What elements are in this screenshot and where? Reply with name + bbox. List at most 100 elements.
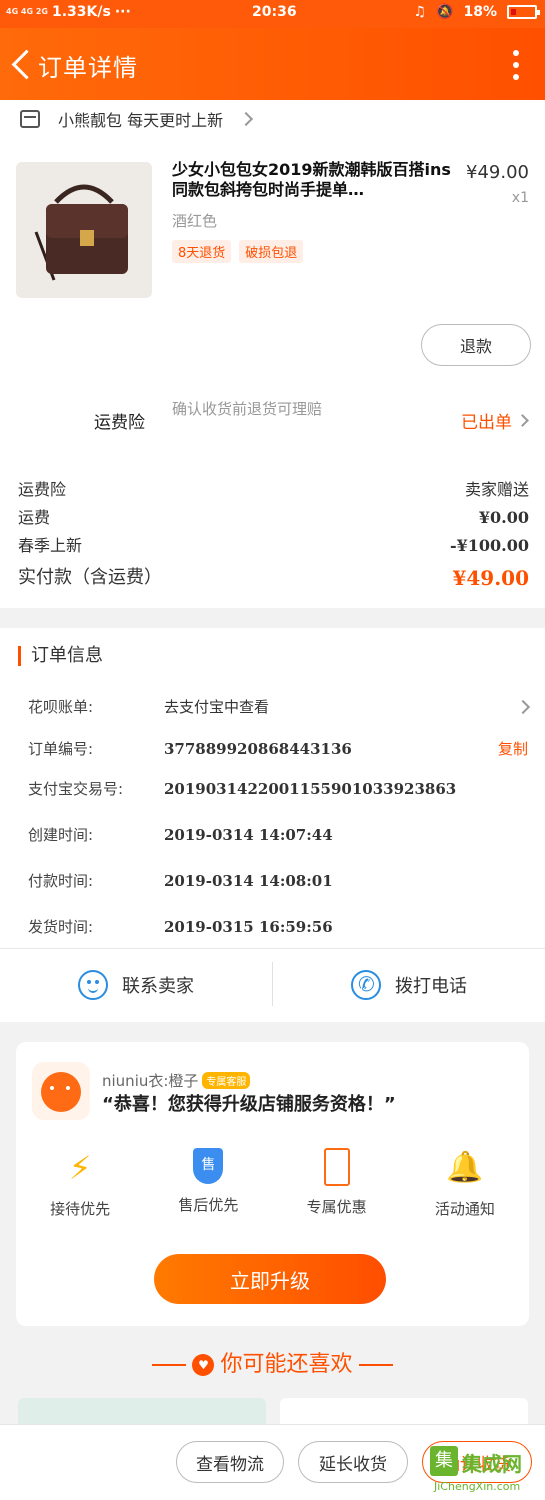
- product-price: ¥49.00: [466, 162, 529, 183]
- order-number-row: 订单编号: 377889920868443136 复制: [28, 738, 528, 759]
- status-dots: ···: [114, 4, 131, 20]
- divider: [358, 1364, 393, 1366]
- extend-receipt-button[interactable]: 延长收货: [298, 1441, 408, 1483]
- battery-icon: [507, 5, 540, 19]
- product-sku: 酒红色: [172, 212, 218, 230]
- chat-icon: [78, 970, 108, 1000]
- tag-return: 8天退货: [172, 240, 232, 263]
- clock: 20:36: [252, 4, 297, 20]
- chevron-right-icon: [515, 699, 531, 714]
- headset-icon: ♫: [413, 4, 427, 20]
- insurance-label: 运费险: [94, 413, 145, 433]
- bell-icon: 🔔: [446, 1150, 484, 1185]
- shop-link[interactable]: 小熊靓包 每天更时上新: [20, 106, 254, 132]
- fee-row: 运费 ¥0.00: [18, 504, 529, 532]
- total-label: 实付款（含运费）: [18, 567, 162, 588]
- phone-icon: [351, 970, 381, 1000]
- product-image[interactable]: [16, 162, 152, 298]
- perk-label: 活动通知: [434, 1200, 495, 1218]
- contact-seller-label: 联系卖家: [122, 976, 194, 997]
- ticket-icon: [323, 1148, 350, 1186]
- recommend-title: 你可能还喜欢: [220, 1352, 353, 1377]
- insurance-desc: 确认收货前退货可理赔: [172, 400, 323, 418]
- shop-icon: [20, 110, 40, 128]
- signal-icon: 4G 4G 2G: [6, 7, 48, 16]
- total-value: ¥49.00: [452, 566, 529, 590]
- view-logistics-button[interactable]: 查看物流: [176, 1441, 284, 1483]
- section-title: 订单信息: [18, 646, 103, 666]
- network-speed: 1.33K/s: [51, 4, 111, 20]
- perk-item[interactable]: 专属优惠: [282, 1148, 392, 1219]
- fee-value: -¥100.00: [449, 536, 529, 555]
- shipped-time: 2019-0315 16:59:56: [164, 917, 333, 936]
- recommend-title-row: ♥ 你可能还喜欢: [0, 1346, 545, 1378]
- fee-label: 运费: [18, 508, 51, 527]
- contact-seller-button[interactable]: 联系卖家: [0, 948, 272, 1022]
- perk-list: ⚡ 接待优先 售 售后优先 专属优惠 🔔 活动通知: [16, 1148, 529, 1219]
- avatar: [32, 1062, 90, 1120]
- product-title[interactable]: 少女小包包女2019新款潮韩版百搭ins同款包斜挎包时尚手提单…: [172, 160, 452, 200]
- watermark-logo-icon: 集: [430, 1446, 458, 1476]
- fee-row: 运费险 卖家赠送: [18, 476, 529, 504]
- fee-breakdown: 运费险 卖家赠送 运费 ¥0.00 春季上新 -¥100.00 实付款（含运费）…: [18, 476, 529, 596]
- fee-value: ¥0.00: [478, 508, 529, 527]
- shipped-row: 发货时间: 2019-0315 16:59:56: [28, 916, 528, 937]
- perk-item[interactable]: 🔔 活动通知: [410, 1148, 520, 1219]
- order-number: 377889920868443136: [164, 739, 352, 758]
- divider: [152, 1364, 187, 1366]
- copy-button[interactable]: 复制: [498, 738, 528, 759]
- app-header: 订单详情: [0, 28, 545, 100]
- alipay-row: 支付宝交易号: 2019031422001155901033923863: [28, 778, 528, 799]
- back-arrow-icon[interactable]: [8, 46, 38, 82]
- shield-icon: 售: [193, 1148, 224, 1184]
- perk-item[interactable]: 售 售后优先: [153, 1148, 263, 1219]
- fee-label: 运费险: [18, 480, 67, 499]
- upgrade-button[interactable]: 立即升级: [154, 1254, 386, 1304]
- insurance-status: 已出单: [461, 413, 512, 433]
- service-name-row: niuniu衣:橙子 专属客服: [102, 1070, 251, 1091]
- perk-label: 接待优先: [50, 1200, 111, 1218]
- total-row: 实付款（含运费） ¥49.00: [18, 560, 529, 596]
- call-label: 拨打电话: [395, 976, 467, 997]
- fee-value: 卖家赠送: [464, 480, 529, 499]
- battery-percent: 18%: [463, 4, 497, 20]
- refund-button[interactable]: 退款: [421, 324, 531, 366]
- alipay-number: 2019031422001155901033923863: [164, 779, 457, 798]
- perk-item[interactable]: ⚡ 接待优先: [25, 1148, 135, 1219]
- mute-icon: 🔕: [436, 4, 454, 20]
- paid-time: 2019-0314 14:08:01: [164, 871, 333, 890]
- info-label: 发货时间:: [28, 918, 94, 936]
- watermark: 集 集成网 JiChengXin.com: [428, 1446, 540, 1496]
- page-title: 订单详情: [38, 54, 138, 82]
- chevron-right-icon: [516, 414, 529, 427]
- info-label: 付款时间:: [28, 872, 94, 890]
- watermark-url: JiChengXin.com: [434, 1480, 521, 1493]
- huabei-row[interactable]: 花呗账单: 去支付宝中查看: [28, 696, 531, 717]
- order-product-card: 小熊靓包 每天更时上新 少女小包包女2019新款潮韩版百搭ins同款包斜挎包时尚…: [0, 100, 545, 608]
- member-service-card: niuniu衣:橙子 专属客服 “恭喜！您获得升级店铺服务资格！” ⚡ 接待优先…: [16, 1042, 529, 1326]
- watermark-name: 集成网: [462, 1452, 522, 1476]
- perk-label: 售后优先: [178, 1196, 239, 1214]
- info-value: 去支付宝中查看: [164, 698, 270, 716]
- handbag-image: [34, 184, 128, 281]
- shop-name: 小熊靓包 每天更时上新: [58, 111, 224, 130]
- created-row: 创建时间: 2019-0314 14:07:44: [28, 824, 528, 845]
- product-quantity: x1: [511, 190, 529, 206]
- paid-row: 付款时间: 2019-0314 14:08:01: [28, 870, 528, 891]
- fee-label: 春季上新: [18, 536, 83, 555]
- heart-icon: ♥: [192, 1354, 215, 1376]
- info-label: 订单编号:: [28, 740, 94, 758]
- more-options-icon[interactable]: [513, 50, 519, 80]
- perk-label: 专属优惠: [306, 1198, 367, 1216]
- order-info-card: 订单信息 花呗账单: 去支付宝中查看 订单编号: 377889920868443…: [0, 628, 545, 1022]
- tag-damage: 破损包退: [239, 240, 304, 263]
- info-label: 花呗账单:: [28, 698, 94, 716]
- fee-row: 春季上新 -¥100.00: [18, 532, 529, 560]
- created-time: 2019-0314 14:07:44: [164, 825, 333, 844]
- lightning-icon: ⚡: [68, 1149, 92, 1187]
- call-button[interactable]: 拨打电话: [273, 948, 545, 1022]
- info-label: 支付宝交易号:: [28, 780, 124, 798]
- status-bar: 4G 4G 2G 1.33K/s ··· 20:36 ♫ 🔕 18%: [0, 0, 545, 28]
- chevron-right-icon: [239, 111, 254, 127]
- insurance-status-link[interactable]: 已出单: [461, 408, 529, 433]
